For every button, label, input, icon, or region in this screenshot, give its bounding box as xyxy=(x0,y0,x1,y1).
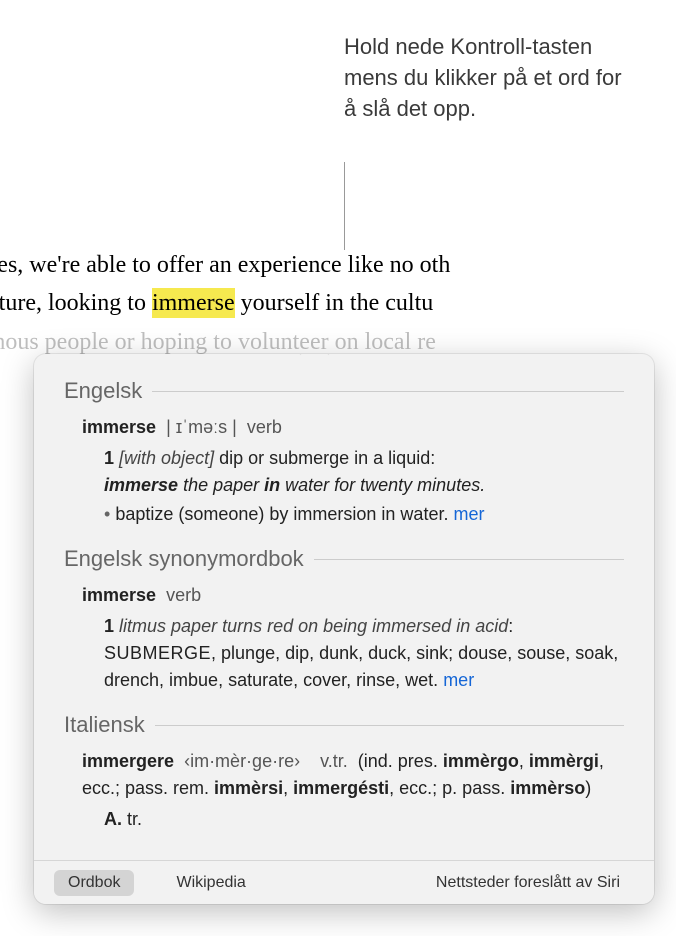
lookup-popover: Engelsk immerse | ɪˈməːs | verb 1 [with … xyxy=(34,354,654,904)
dictionary-section-english: Engelsk immerse | ɪˈməːs | verb 1 [with … xyxy=(64,378,624,528)
callout-text: Hold nede Kontroll-tasten mens du klikke… xyxy=(344,32,624,124)
part-of-speech: verb xyxy=(247,417,282,437)
sense-label: A. xyxy=(104,809,122,829)
highlighted-word[interactable]: immerse xyxy=(152,288,235,318)
text-frag: dventure, looking to xyxy=(0,290,152,316)
popover-content[interactable]: Engelsk immerse | ɪˈməːs | verb 1 [with … xyxy=(34,354,654,860)
tab-siri-suggestions[interactable]: Nettsteder foreslått av Siri xyxy=(422,870,634,896)
example-text: water for twenty minutes xyxy=(280,475,480,495)
popover-footer: Ordbok Wikipedia Nettsteder foreslått av… xyxy=(34,860,654,904)
section-title: Engelsk synonymordbok xyxy=(64,546,304,572)
section-rule xyxy=(314,559,624,560)
sense-number: 1 xyxy=(104,616,114,636)
headword: immerse xyxy=(82,417,156,437)
section-rule xyxy=(152,391,624,392)
example-bold: in xyxy=(264,475,280,495)
grammar-label: [with object] xyxy=(119,448,214,468)
headword: immergere xyxy=(82,751,174,771)
part-of-speech: v.tr. xyxy=(320,751,348,771)
sense-number: 1 xyxy=(104,448,114,468)
section-title: Italiensk xyxy=(64,712,145,738)
text-frag: ckages, we're able to offer an experienc… xyxy=(0,252,450,278)
part-of-speech: verb xyxy=(166,585,201,605)
text-frag: yourself in the cultu xyxy=(235,290,434,316)
more-link[interactable]: mer xyxy=(453,504,484,524)
more-link[interactable]: mer xyxy=(443,670,474,690)
example-bold: immerse xyxy=(104,475,178,495)
synonym-lead: SUBMERGE xyxy=(104,643,211,663)
section-title: Engelsk xyxy=(64,378,142,404)
example-sentence: litmus paper turns red on being immersed… xyxy=(119,616,508,636)
headword: immerse xyxy=(82,585,156,605)
pronunciation: ‹im·mèr·ge·re› xyxy=(184,751,300,771)
text-frag: digenous people or hoping to volunteer o… xyxy=(0,329,436,355)
pronunciation: | ɪˈməːs | xyxy=(166,417,237,437)
tab-dictionary[interactable]: Ordbok xyxy=(54,870,134,896)
tab-wikipedia[interactable]: Wikipedia xyxy=(162,870,259,896)
dictionary-section-italian: Italiensk immergere ‹im·mèr·ge·re› v.tr.… xyxy=(64,712,624,833)
section-rule xyxy=(155,725,624,726)
subsense-text: baptize (someone) by immersion in water. xyxy=(115,504,448,524)
thesaurus-section-english: Engelsk synonymordbok immerse verb 1 lit… xyxy=(64,546,624,694)
example-text: the paper xyxy=(178,475,264,495)
definition-text: dip or submerge in a liquid: xyxy=(219,448,435,468)
callout-leader-line xyxy=(344,162,345,250)
sense-pos: tr. xyxy=(127,809,142,829)
